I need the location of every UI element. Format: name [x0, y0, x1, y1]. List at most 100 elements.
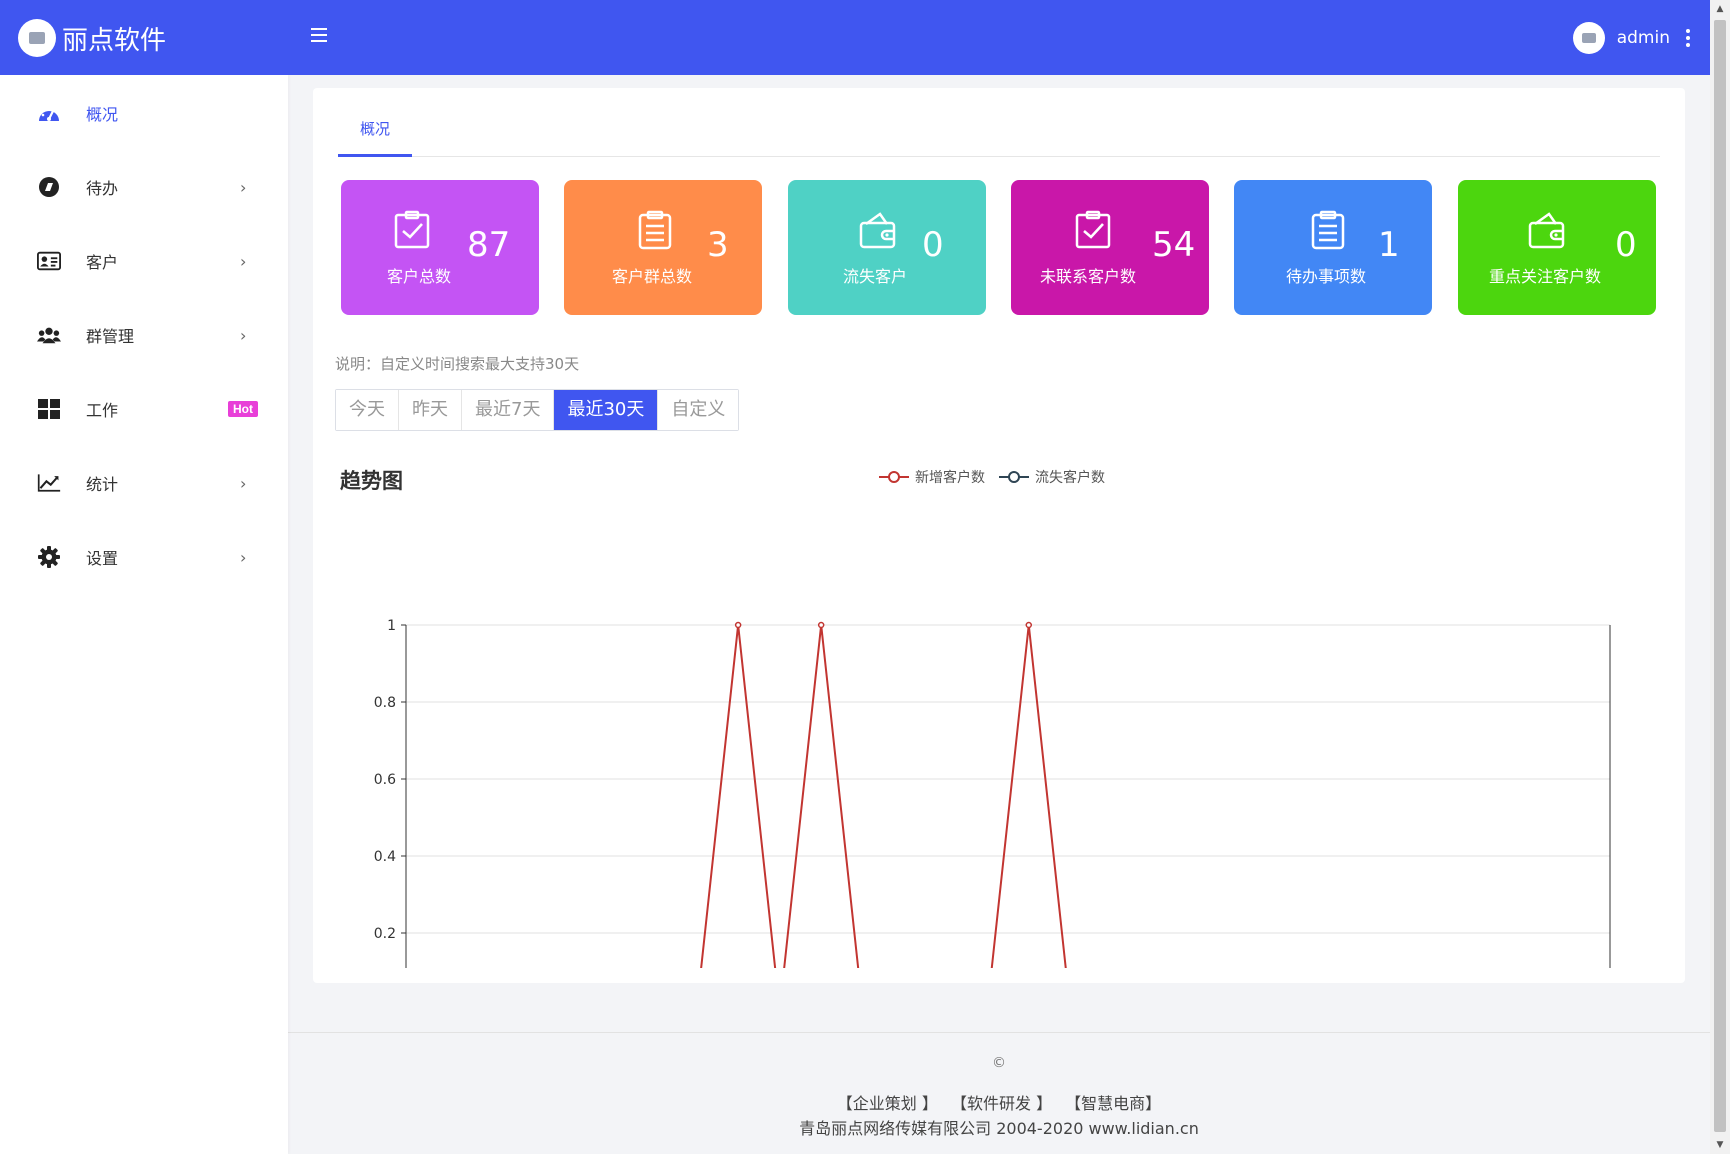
sidebar-item-label: 概况: [86, 105, 119, 124]
y-tick-label: 0.6: [374, 772, 396, 788]
chevron-right-icon: ›: [240, 547, 247, 567]
stat-card-key-customers[interactable]: 0 重点关注客户数: [1458, 180, 1656, 315]
brand[interactable]: 丽点软件: [18, 19, 166, 57]
chevron-right-icon: ›: [240, 325, 247, 345]
range-last-7-days[interactable]: 最近7天: [462, 390, 555, 430]
sidebar: 概况 待办 › 客户 › 群管理 › 工作 Hot 统计 › 设置 ›: [0, 75, 288, 1154]
sidebar-item-label: 统计: [86, 475, 119, 494]
hot-badge: Hot: [228, 401, 258, 417]
stat-label: 待办事项数: [1286, 267, 1367, 286]
copyright: ©: [992, 1055, 1006, 1071]
range-yesterday[interactable]: 昨天: [399, 390, 462, 430]
stat-value: 0: [922, 225, 944, 265]
legend-label: 新增客户数: [915, 470, 985, 486]
y-tick-label: 0.8: [374, 695, 396, 711]
range-today[interactable]: 今天: [336, 390, 399, 430]
sidebar-item-settings[interactable]: 设置 ›: [0, 527, 288, 587]
sidebar-item-label: 群管理: [86, 327, 135, 346]
legend-marker-new: [879, 471, 909, 483]
stat-card-total-customers[interactable]: 87 客户总数: [341, 180, 539, 315]
stat-value: 3: [707, 225, 729, 265]
stat-label: 客户总数: [387, 267, 452, 286]
footer-link[interactable]: 【软件研发 】: [951, 1094, 1052, 1113]
avatar[interactable]: [1572, 22, 1605, 54]
sidebar-item-label: 工作: [86, 401, 119, 420]
chart-title: 趋势图: [340, 469, 403, 493]
stat-label: 未联系客户数: [1040, 267, 1137, 286]
stat-value: 0: [1615, 225, 1637, 265]
data-point: [1025, 621, 1033, 629]
footer-link[interactable]: 【企业策划 】: [837, 1094, 938, 1113]
sidebar-item-groups[interactable]: 群管理 ›: [0, 305, 288, 365]
sidebar-item-overview[interactable]: 概况: [0, 83, 288, 143]
stat-label: 客户群总数: [612, 267, 693, 286]
range-custom[interactable]: 自定义: [658, 390, 739, 430]
sidebar-item-label: 待办: [86, 179, 119, 198]
footer: © 【企业策划 】 【软件研发 】 【智慧电商】 青岛丽点网络传媒有限公司 20…: [288, 1032, 1710, 1154]
chevron-right-icon: ›: [240, 177, 247, 197]
wallet-icon: [1528, 212, 1565, 249]
range-note: 说明：自定义时间搜索最大支持30天: [335, 355, 580, 373]
menu-toggle-icon[interactable]: [311, 28, 327, 42]
stat-value: 1: [1378, 225, 1400, 265]
legend-lost-customers[interactable]: 流失客户数: [999, 467, 1105, 487]
sidebar-item-statistics[interactable]: 统计 ›: [0, 453, 288, 513]
grid-icon: [37, 397, 61, 421]
stat-label: 重点关注客户数: [1489, 267, 1602, 286]
more-vertical-icon[interactable]: [1686, 29, 1690, 47]
sidebar-item-label: 设置: [86, 549, 119, 568]
clipboard-check-icon: [1075, 210, 1111, 249]
brand-logo-icon: [18, 19, 56, 57]
brand-name: 丽点软件: [62, 25, 167, 56]
scroll-down-icon[interactable]: ▼: [1710, 1136, 1730, 1154]
stat-card-todo[interactable]: 1 待办事项数: [1234, 180, 1432, 315]
clipboard-check-icon: [394, 210, 430, 249]
username[interactable]: admin: [1617, 28, 1670, 48]
sidebar-item-label: 客户: [86, 253, 119, 272]
series-line: [700, 624, 1067, 968]
legend-new-customers[interactable]: 新增客户数: [879, 467, 985, 487]
range-last-30-days[interactable]: 最近30天: [554, 390, 659, 430]
stat-label: 流失客户: [843, 267, 908, 286]
user-menu[interactable]: admin: [1572, 22, 1690, 54]
scroll-thumb[interactable]: [1714, 20, 1726, 1132]
clipboard-list-icon: [1311, 210, 1345, 250]
chart-legend: 新增客户数 流失客户数: [879, 467, 1119, 487]
sidebar-item-todo[interactable]: 待办 ›: [0, 157, 288, 217]
wallet-icon: [859, 212, 896, 249]
footer-links: 【企业策划 】 【软件研发 】 【智慧电商】: [288, 1090, 1710, 1114]
legend-label: 流失客户数: [1035, 470, 1105, 486]
y-tick-label: 1: [387, 618, 396, 634]
dashboard-icon: [37, 101, 61, 125]
data-point: [817, 621, 825, 629]
data-point: [734, 621, 742, 629]
scroll-up-icon[interactable]: ▲: [1710, 0, 1730, 18]
page-scrollbar[interactable]: ▲ ▼: [1710, 0, 1730, 1154]
sidebar-item-customers[interactable]: 客户 ›: [0, 231, 288, 291]
tab-bar: 概况: [338, 118, 1660, 157]
company-info: 青岛丽点网络传媒有限公司 2004-2020 www.lidian.cn: [799, 1119, 1199, 1138]
date-range-selector: 今天 昨天 最近7天 最近30天 自定义: [335, 389, 740, 431]
stat-card-uncontacted[interactable]: 54 未联系客户数: [1011, 180, 1209, 315]
id-card-icon: [37, 249, 61, 273]
trend-chart-icon: [37, 471, 61, 495]
y-tick-label: 0.2: [374, 926, 396, 942]
tab-overview[interactable]: 概况: [338, 118, 412, 157]
stat-value: 87: [467, 225, 511, 265]
y-tick-label: 0.4: [374, 849, 396, 865]
clipboard-list-icon: [638, 210, 672, 250]
stat-card-lost-customers[interactable]: 0 流失客户: [788, 180, 986, 315]
stat-value: 54: [1152, 225, 1196, 265]
trend-chart: 00.20.40.60.812021-01-152021-01-182021-0…: [374, 618, 1611, 968]
top-bar: 丽点软件 admin: [0, 0, 1710, 75]
sidebar-item-work[interactable]: 工作 Hot: [0, 379, 288, 439]
legend-marker-lost: [999, 471, 1029, 483]
gear-icon: [37, 545, 61, 569]
overview-card: 概况 87 客户总数 3 客户群总数 0 流失客户 54 未联系客户数 1 待办…: [313, 88, 1685, 983]
users-icon: [37, 323, 61, 347]
stat-card-customer-groups[interactable]: 3 客户群总数: [564, 180, 762, 315]
chevron-right-icon: ›: [240, 473, 247, 493]
footer-link[interactable]: 【智慧电商】: [1065, 1094, 1161, 1113]
chevron-right-icon: ›: [240, 251, 247, 271]
compass-icon: [37, 175, 61, 199]
